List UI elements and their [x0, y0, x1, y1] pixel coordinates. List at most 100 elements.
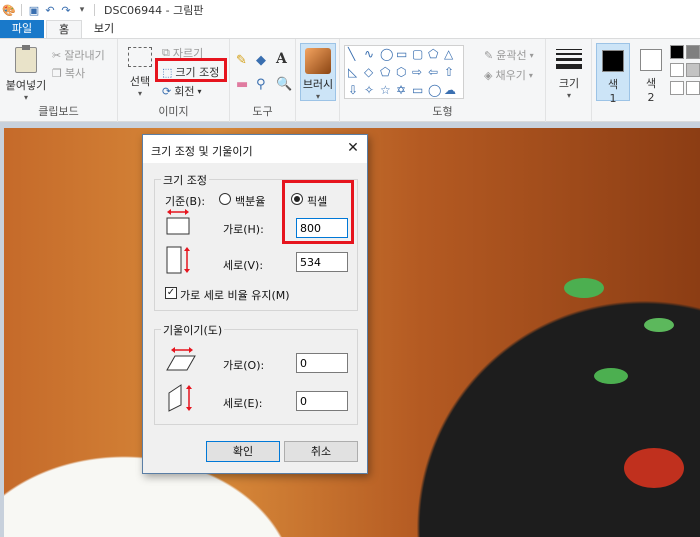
undo-icon[interactable]: ↶: [43, 3, 57, 17]
palette-color-custom[interactable]: [670, 81, 684, 95]
magnifier-icon[interactable]: 🔍: [276, 77, 292, 92]
vertical-input[interactable]: [296, 252, 348, 272]
diamond-shape-icon[interactable]: ◇: [364, 66, 373, 78]
fill-icon: ◈: [484, 68, 493, 82]
four-point-star-shape-icon[interactable]: ✧: [364, 84, 374, 96]
green-onion-shape: [594, 368, 628, 384]
eraser-icon[interactable]: ▬: [236, 77, 248, 92]
pencil-icon[interactable]: ✎: [236, 53, 247, 68]
chevron-down-icon: ▾: [23, 93, 28, 102]
keep-ratio-label[interactable]: 가로 세로 비율 유지(M): [180, 287, 290, 303]
stroke-size-icon: [556, 49, 582, 69]
arrow-right-shape-icon[interactable]: ⇨: [412, 66, 422, 78]
shapes-gallery[interactable]: ╲ ∿ ◯ ▭ ▢ ⬠ △ ◺ ◇ ⬠ ⬡ ⇨ ⇦ ⇧ ⇩ ✧ ☆ ✡ ▭ ◯ …: [344, 45, 464, 99]
tab-view[interactable]: 보기: [86, 20, 122, 38]
image-group-label: 이미지: [158, 105, 189, 118]
window-title: DSC06944 - 그림판: [104, 4, 204, 17]
color2-label-bottom: 2: [647, 91, 655, 104]
text-tool-icon[interactable]: A: [276, 51, 287, 67]
skew-section-title: 기울이기(도): [161, 322, 225, 338]
redo-icon[interactable]: ↷: [59, 3, 73, 17]
skew-horizontal-label: 가로(O):: [223, 359, 265, 372]
cut-label: 잘라내기: [64, 49, 105, 62]
skew-vertical-input[interactable]: [296, 391, 348, 411]
ribbon: 붙여넣기 ▾ ✂ 잘라내기 ❐ 복사 클립보드 선택 ▾ ⧉ 자르기 ⬚ 크기 …: [0, 38, 700, 122]
rotate-button[interactable]: ⟳ 회전 ▾: [162, 83, 201, 99]
curve-shape-icon[interactable]: ∿: [364, 48, 374, 60]
chevron-down-icon: ▾: [528, 70, 533, 80]
ok-button[interactable]: 확인: [206, 441, 280, 462]
rounded-rectangle-shape-icon[interactable]: ▢: [412, 48, 423, 60]
copy-label: 복사: [64, 67, 86, 80]
chevron-down-icon: ▾: [197, 86, 202, 96]
resize-highlight-box: [155, 58, 227, 82]
cancel-button[interactable]: 취소: [284, 441, 358, 462]
clipboard-group: 붙여넣기 ▾ ✂ 잘라내기 ❐ 복사 클립보드: [0, 39, 118, 122]
fill-button[interactable]: ◈ 채우기 ▾: [484, 67, 533, 83]
divider: [21, 4, 22, 16]
customize-icon[interactable]: ▾: [75, 3, 89, 17]
pentagon-shape-icon[interactable]: ⬠: [380, 66, 390, 78]
chevron-down-icon: ▾: [529, 50, 534, 60]
tab-home[interactable]: 홈: [46, 20, 82, 39]
ribbon-tab-row: 파일 홈 보기: [0, 20, 700, 39]
five-point-star-shape-icon[interactable]: ☆: [380, 84, 391, 96]
skew-horizontal-input[interactable]: [296, 353, 348, 373]
arrow-left-shape-icon[interactable]: ⇦: [428, 66, 438, 78]
color1-swatch: [602, 50, 624, 72]
tab-file[interactable]: 파일: [0, 20, 44, 38]
select-button[interactable]: 선택 ▾: [122, 47, 158, 98]
palette-color-light-gray[interactable]: [686, 63, 700, 77]
fill-label: 채우기: [495, 69, 526, 82]
cut-button[interactable]: ✂ 잘라내기: [52, 47, 105, 63]
size-button[interactable]: 크기 ▾: [552, 49, 586, 100]
close-icon[interactable]: ✕: [345, 140, 361, 156]
save-icon[interactable]: ▣: [27, 3, 41, 17]
callout-oval-shape-icon[interactable]: ◯: [428, 84, 441, 96]
line-shape-icon[interactable]: ╲: [348, 48, 355, 60]
horizontal-skew-icon: [166, 347, 196, 371]
callout-cloud-shape-icon[interactable]: ☁: [444, 84, 456, 96]
color1-label-top: 색: [607, 78, 619, 91]
paste-label: 붙여넣기: [5, 79, 47, 92]
keep-ratio-checkbox[interactable]: ✓: [165, 287, 177, 299]
clipboard-group-label: 클립보드: [38, 105, 79, 118]
color1-button[interactable]: 색 1: [596, 43, 630, 105]
hexagon-shape-icon[interactable]: ⬡: [396, 66, 406, 78]
triangle-shape-icon[interactable]: △: [444, 48, 453, 60]
rectangle-shape-icon[interactable]: ▭: [396, 48, 407, 60]
palette-color-custom[interactable]: [686, 81, 700, 95]
brush-group: [296, 39, 340, 122]
right-triangle-shape-icon[interactable]: ◺: [348, 66, 357, 78]
percent-radio[interactable]: [219, 193, 231, 205]
palette-color-white[interactable]: [670, 63, 684, 77]
fill-bucket-icon[interactable]: ◆: [256, 53, 266, 68]
callout-rectangle-shape-icon[interactable]: ▭: [412, 84, 423, 96]
six-point-star-shape-icon[interactable]: ✡: [396, 84, 406, 96]
arrow-down-shape-icon[interactable]: ⇩: [348, 84, 358, 96]
outline-label: 윤곽선: [496, 49, 527, 62]
color1-label-bottom: 1: [609, 92, 617, 105]
chevron-down-icon: ▾: [566, 91, 571, 100]
rotate-icon: ⟳: [162, 84, 172, 98]
shapes-group-label: 도형: [432, 105, 453, 118]
size-group: 크기 ▾: [546, 39, 592, 122]
quick-access-toolbar: 🎨 ▣ ↶ ↷ ▾: [0, 3, 98, 17]
paint-app-icon: 🎨: [2, 3, 16, 17]
copy-icon: ❐: [52, 66, 62, 80]
oval-shape-icon[interactable]: ◯: [380, 48, 393, 60]
percent-label[interactable]: 백분율: [235, 193, 265, 209]
arrow-up-shape-icon[interactable]: ⇧: [444, 66, 454, 78]
outline-button[interactable]: ✎ 윤곽선 ▾: [484, 47, 534, 63]
palette-color-gray[interactable]: [686, 45, 700, 59]
green-onion-shape: [644, 318, 674, 332]
green-onion-shape: [564, 278, 604, 298]
horizontal-label: 가로(H):: [223, 223, 264, 236]
select-label: 선택: [129, 75, 151, 88]
paste-button[interactable]: 붙여넣기 ▾: [4, 45, 48, 102]
copy-button[interactable]: ❐ 복사: [52, 65, 85, 81]
color2-button[interactable]: 색 2: [634, 43, 668, 104]
color-picker-icon[interactable]: ⚲: [256, 77, 266, 92]
palette-color-black[interactable]: [670, 45, 684, 59]
polygon-shape-icon[interactable]: ⬠: [428, 48, 438, 60]
